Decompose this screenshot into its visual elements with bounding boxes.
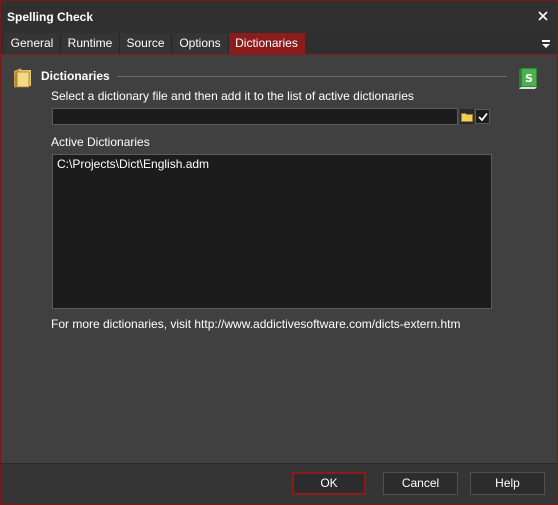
- browse-file-button[interactable]: [460, 109, 474, 124]
- tab-bar: General Runtime Source Options Dictionar…: [1, 32, 557, 55]
- tab-runtime[interactable]: Runtime: [61, 33, 120, 54]
- dictionary-file-input[interactable]: [52, 108, 458, 125]
- more-dictionaries-note: For more dictionaries, visit http://www.…: [51, 317, 461, 331]
- button-bar: OK Cancel Help: [1, 463, 557, 504]
- title-bar: Spelling Check: [1, 1, 557, 32]
- close-icon: [538, 11, 548, 21]
- book-folder-icon: [11, 65, 35, 92]
- add-dictionary-button[interactable]: [475, 109, 490, 124]
- help-button[interactable]: Help: [470, 472, 545, 495]
- active-dictionaries-label: Active Dictionaries: [51, 135, 150, 149]
- dialog-window: Spelling Check General Runtime Source Op…: [0, 0, 558, 505]
- tab-source[interactable]: Source: [120, 33, 172, 54]
- select-dictionary-label: Select a dictionary file and then add it…: [51, 89, 414, 103]
- tab-options[interactable]: Options: [172, 33, 229, 54]
- svg-text:S: S: [525, 72, 533, 85]
- green-script-book-icon: S: [515, 65, 541, 94]
- tab-menu-button[interactable]: [539, 35, 553, 51]
- folder-icon: [461, 112, 473, 122]
- tab-dictionaries[interactable]: Dictionaries: [229, 33, 305, 54]
- window-title: Spelling Check: [7, 10, 94, 24]
- dictionaries-panel: Dictionaries S Select a dictionary file …: [1, 55, 557, 463]
- close-button[interactable]: [529, 5, 557, 27]
- tab-general[interactable]: General: [4, 33, 61, 54]
- section-divider: [117, 76, 507, 77]
- menu-chevron-icon: [542, 40, 550, 48]
- list-item[interactable]: C:\Projects\Dict\English.adm: [53, 155, 491, 172]
- ok-button[interactable]: OK: [292, 472, 366, 495]
- checkmark-icon: [477, 112, 488, 121]
- active-dictionaries-list[interactable]: C:\Projects\Dict\English.adm: [52, 154, 492, 309]
- section-title: Dictionaries: [41, 69, 110, 83]
- cancel-button[interactable]: Cancel: [383, 472, 458, 495]
